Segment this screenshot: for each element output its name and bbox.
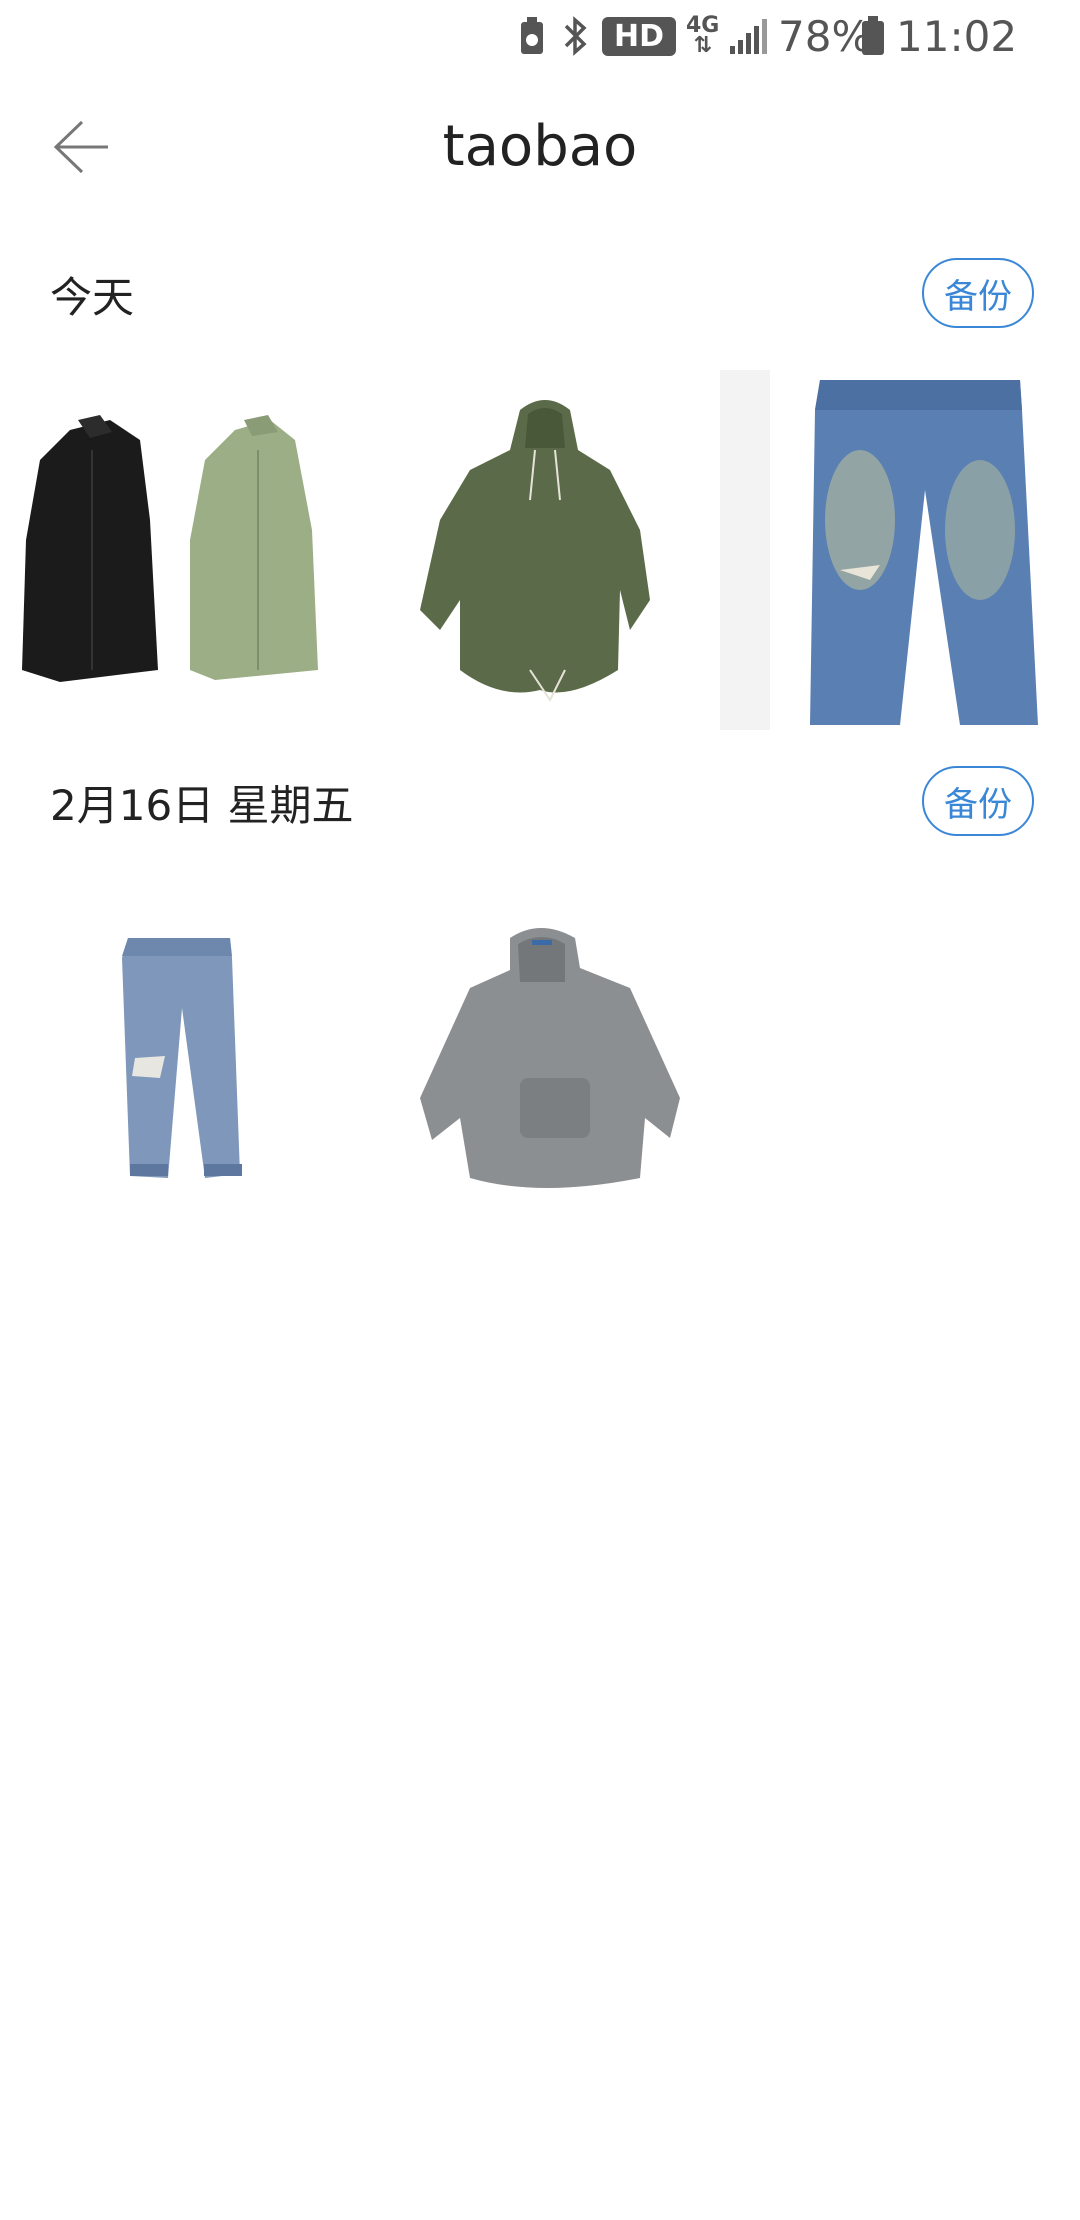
section-header-feb16: 2月16日 星期五 备份 xyxy=(0,766,1080,846)
app-header: taobao xyxy=(0,72,1080,222)
section-header-today: 今天 备份 xyxy=(0,258,1080,338)
photo-grid xyxy=(0,370,1080,730)
battery-saver-icon xyxy=(518,10,546,62)
signal-icon xyxy=(728,10,768,62)
page-title: taobao xyxy=(442,114,638,179)
faded-jeans-image[interactable] xyxy=(720,370,1074,730)
section-title: 2月16日 星期五 xyxy=(50,781,354,830)
bluetooth-icon xyxy=(560,10,590,62)
coats-black-green-image[interactable] xyxy=(0,370,354,730)
status-bar: HD 4G ⇅ 78% 11:02 xyxy=(0,0,1080,72)
network-type-icon: 4G ⇅ xyxy=(686,13,720,58)
section-title: 今天 xyxy=(50,273,135,322)
ripped-jeans-image[interactable] xyxy=(0,878,354,1238)
battery-percent: 78% xyxy=(778,11,872,61)
backup-button[interactable]: 备份 xyxy=(922,258,1034,328)
grey-knit-hoodie-image[interactable] xyxy=(360,878,714,1238)
hd-badge: HD xyxy=(602,10,677,62)
photo-grid xyxy=(0,878,1080,1238)
backup-button[interactable]: 备份 xyxy=(922,766,1034,836)
olive-parka-image[interactable] xyxy=(360,370,714,730)
clock: 11:02 xyxy=(896,11,1018,61)
battery-icon xyxy=(860,10,886,62)
